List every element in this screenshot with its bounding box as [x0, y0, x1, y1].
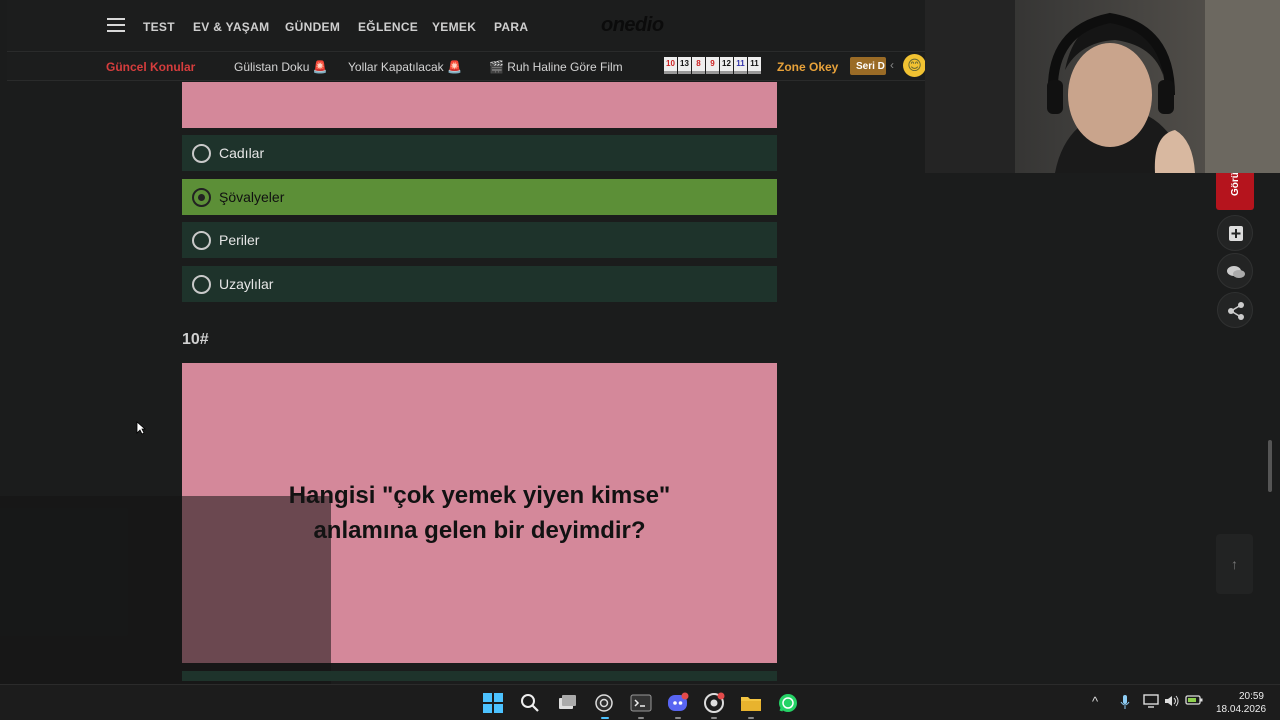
smiley-icon[interactable]: 😊 [903, 54, 926, 77]
trending-title: Güncel Konular [106, 60, 196, 74]
nav-item-test[interactable]: TEST [143, 20, 175, 34]
okey-tile: 13 [678, 57, 691, 74]
question-number: 10# [182, 331, 209, 348]
answer-option-sovalyeler[interactable]: Şövalyeler [182, 179, 777, 215]
clapper-icon: 🎬 [489, 60, 504, 74]
running-indicator [638, 717, 644, 719]
answer-label: Periler [219, 232, 260, 248]
answer-label: Şövalyeler [219, 189, 285, 205]
trending-bar: Güncel Konular Gülistan Doku 🚨 Yollar Ka… [7, 53, 926, 81]
feedback-tab[interactable]: Görü [1216, 170, 1254, 210]
nav-item-yemek[interactable]: YEMEK [432, 20, 476, 34]
search-icon[interactable] [519, 692, 541, 714]
chrome-icon[interactable] [703, 692, 725, 714]
question-image [182, 82, 777, 128]
siren-icon: 🚨 [312, 60, 328, 74]
trending-item-yollar[interactable]: Yollar Kapatılacak 🚨 [348, 60, 462, 74]
answer-label: Uzaylılar [219, 276, 274, 292]
webcam-overlay [925, 0, 1280, 173]
running-indicator [675, 717, 681, 719]
terminal-icon[interactable] [630, 692, 652, 714]
trending-item-film[interactable]: 🎬 Ruh Haline Göre Film [489, 60, 623, 74]
okey-tile: 12 [720, 57, 733, 74]
dark-overlay [0, 496, 331, 686]
running-indicator [711, 717, 717, 719]
radio-selected-icon [192, 187, 211, 207]
top-navigation: TEST EV & YAŞAM GÜNDEM EĞLENCE YEMEK PAR… [7, 0, 925, 52]
active-indicator [601, 717, 609, 719]
file-explorer-icon[interactable] [740, 692, 762, 714]
answer-option-cadilar[interactable]: Cadılar [182, 135, 777, 171]
okey-tiles[interactable]: 10 13 8 9 12 11 11 [664, 57, 761, 74]
task-view-icon[interactable] [556, 692, 578, 714]
scroll-to-top-button[interactable]: ↑ [1216, 534, 1253, 594]
trending-item-gulistan[interactable]: Gülistan Doku 🚨 [234, 60, 328, 74]
nav-item-gundem[interactable]: GÜNDEM [285, 20, 340, 34]
answer-label: Cadılar [219, 145, 265, 161]
site-logo[interactable]: onedio [601, 14, 664, 37]
nav-item-eglence[interactable]: EĞLENCE [358, 20, 418, 34]
volume-icon[interactable] [1164, 694, 1180, 711]
answer-option-periler[interactable]: Periler [182, 222, 777, 258]
chevron-up-icon[interactable]: ^ [1092, 694, 1098, 709]
taskbar: ^ 20:59 18.04.2026 [0, 684, 1280, 720]
windows-start-icon[interactable] [482, 692, 504, 714]
okey-tile: 9 [706, 57, 719, 74]
chevron-left-icon[interactable]: ‹ [890, 58, 894, 72]
radio-icon [192, 143, 211, 163]
comments-icon[interactable] [1217, 253, 1253, 289]
obs-icon[interactable] [593, 692, 615, 714]
discord-icon[interactable] [667, 692, 689, 714]
menu-icon[interactable] [107, 18, 125, 32]
okey-tile: 11 [748, 57, 761, 74]
answer-option-uzaylilar[interactable]: Uzaylılar [182, 266, 777, 302]
zone-okey-link[interactable]: Zone Okey [777, 60, 838, 74]
radio-icon [192, 274, 211, 294]
seri-button[interactable]: Seri D [850, 57, 886, 75]
okey-tile: 10 [664, 57, 677, 74]
nav-item-ev-yasam[interactable]: EV & YAŞAM [193, 20, 269, 34]
whatsapp-icon[interactable] [777, 692, 799, 714]
running-indicator [748, 717, 754, 719]
share-icon[interactable] [1217, 292, 1253, 328]
okey-tile: 11 [734, 57, 747, 74]
mouse-cursor-icon [136, 421, 147, 440]
battery-icon[interactable] [1185, 694, 1203, 709]
nav-item-para[interactable]: PARA [494, 20, 528, 34]
siren-icon: 🚨 [446, 60, 462, 74]
next-answer-option[interactable] [182, 671, 777, 681]
network-icon[interactable] [1143, 694, 1159, 711]
radio-icon [192, 230, 211, 250]
okey-tile: 8 [692, 57, 705, 74]
bookmark-add-icon[interactable] [1217, 215, 1253, 251]
clock[interactable]: 20:59 18.04.2026 [1216, 690, 1266, 716]
microphone-icon[interactable] [1119, 694, 1131, 713]
scrollbar-thumb[interactable] [1268, 440, 1272, 492]
